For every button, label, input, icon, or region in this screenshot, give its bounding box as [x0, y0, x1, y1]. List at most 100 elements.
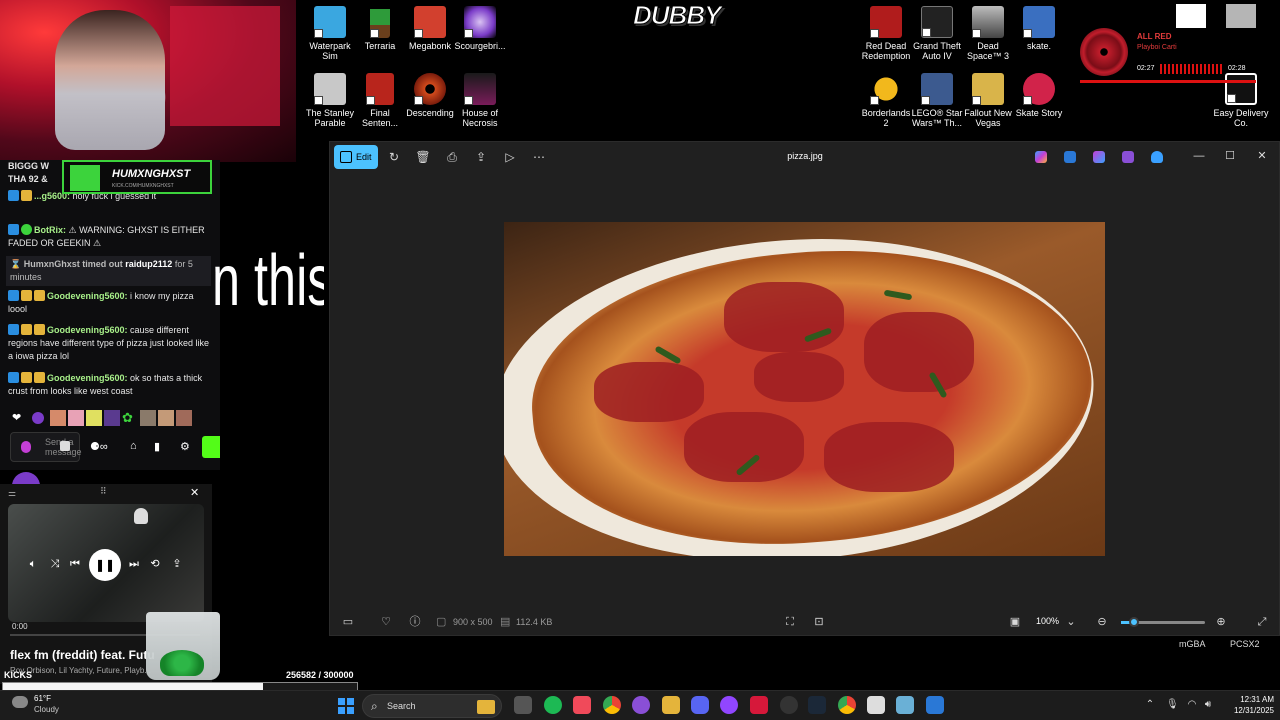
zoom-in-icon[interactable]: ⊕	[1213, 614, 1229, 630]
repeat-icon[interactable]: ⟲	[148, 557, 162, 571]
pcsx2-label[interactable]: PCSX2	[1230, 639, 1260, 649]
close-icon[interactable]: ✕	[1253, 148, 1271, 164]
app-icon[interactable]	[632, 696, 650, 714]
mgba-label[interactable]: mGBA	[1179, 639, 1206, 649]
volume-icon[interactable]: 🔈︎	[26, 557, 40, 571]
fit-to-window-icon[interactable]: ▣	[1007, 614, 1023, 630]
desktop-icon-stanley-parable[interactable]: The Stanley Parable	[302, 73, 358, 128]
desktop-icon-dead-space-3[interactable]: Dead Space™ 3	[960, 6, 1016, 61]
emote-icon[interactable]	[104, 410, 120, 426]
app-icon[interactable]	[867, 696, 885, 714]
task-view-icon[interactable]	[514, 696, 532, 714]
previous-track-icon[interactable]: ⏮︎	[68, 557, 82, 571]
app-red-icon[interactable]	[750, 696, 768, 714]
chat-username[interactable]: BotRix:	[34, 225, 66, 235]
text-recognition-icon[interactable]: ⊡	[811, 614, 827, 630]
more-options-icon[interactable]: ⋯	[531, 149, 547, 165]
delete-icon[interactable]: 🗑︎	[415, 149, 431, 165]
itunes-icon[interactable]	[573, 696, 591, 714]
emoji-icon[interactable]	[60, 441, 70, 451]
cloud-icon[interactable]	[12, 696, 28, 708]
paint-icon[interactable]	[1064, 151, 1076, 163]
chat-username[interactable]: Goodevening5600:	[47, 373, 128, 383]
microphone-icon[interactable]: 🎙︎	[1166, 699, 1179, 711]
obs-icon[interactable]	[780, 696, 798, 714]
fullscreen-icon[interactable]: ⤢	[1254, 614, 1270, 630]
file-explorer-icon[interactable]	[662, 696, 680, 714]
share-icon[interactable]: ⇪	[170, 557, 184, 571]
emote-icon[interactable]	[176, 410, 192, 426]
filmstrip-icon[interactable]: ▭	[340, 614, 356, 630]
share-icon[interactable]: ⇪	[473, 149, 489, 165]
desktop-icon-gta-iv[interactable]: Grand Theft Auto IV	[909, 6, 965, 61]
emote-icon[interactable]	[158, 410, 174, 426]
taskbar-search[interactable]: ⌕ Search	[362, 694, 502, 718]
zoom-level[interactable]: 100%	[1036, 616, 1059, 626]
desktop-icon-skate[interactable]: skate.	[1011, 6, 1067, 51]
desktop-icon-lego-star-wars[interactable]: LEGO® Star Wars™ Th...	[909, 73, 965, 128]
onedrive-icon[interactable]	[1151, 151, 1163, 163]
steam-icon[interactable]	[808, 696, 826, 714]
start-button[interactable]	[338, 698, 354, 714]
microphone-icon[interactable]	[21, 441, 31, 453]
emote-icon[interactable]	[140, 410, 156, 426]
emote-icon[interactable]	[86, 410, 102, 426]
print-icon[interactable]: ⎙	[444, 149, 460, 165]
weather-condition[interactable]: Cloudy	[34, 705, 59, 714]
edit-button[interactable]: Edit	[334, 145, 378, 169]
taskbar-clock[interactable]: 12:31 AM 12/31/2025	[1222, 694, 1274, 716]
desktop-icon-red-dead-redemption[interactable]: Red Dead Redemption	[858, 6, 914, 61]
desktop-icon-scourgebringer[interactable]: Scourgebri...	[452, 6, 508, 51]
twitch-icon[interactable]	[720, 696, 738, 714]
designer-icon[interactable]	[1093, 151, 1105, 163]
spotify-icon[interactable]	[544, 696, 562, 714]
discord-icon[interactable]	[691, 696, 709, 714]
chat-username[interactable]: Goodevening5600:	[47, 291, 128, 301]
desktop-icon-waterpark-sim[interactable]: Waterpark Sim	[302, 6, 358, 61]
chrome-icon[interactable]	[838, 696, 856, 714]
chat-username[interactable]: Goodevening5600:	[47, 325, 128, 335]
chrome-icon[interactable]	[603, 696, 621, 714]
clipchamp-icon[interactable]	[1122, 151, 1134, 163]
shuffle-icon[interactable]: ⤨	[48, 557, 62, 571]
copilot-icon[interactable]	[1035, 151, 1047, 163]
bookmark-icon[interactable]: ▮	[154, 440, 160, 453]
equalizer-icon[interactable]: ⚌	[8, 488, 16, 499]
app-icon[interactable]	[896, 696, 914, 714]
weather-temp[interactable]: 61°F	[34, 694, 51, 703]
close-icon[interactable]: ✕	[190, 486, 199, 499]
desktop-icon-skate-story[interactable]: Skate Story	[1011, 73, 1067, 118]
wifi-icon[interactable]: ◠	[1186, 699, 1198, 711]
emote-icon[interactable]	[32, 412, 44, 424]
volume-icon[interactable]: 🔊︎	[1202, 699, 1214, 711]
next-track-icon[interactable]: ⏭︎	[127, 557, 141, 571]
desktop-icon-final-sentence[interactable]: Final Senten...	[352, 73, 408, 128]
chat-settings-cluster-icon[interactable]: ⚈∞	[90, 440, 108, 453]
desktop-icon-terraria[interactable]: Terraria	[352, 6, 408, 51]
desktop-icon-house-of-necrosis[interactable]: House of Necrosis	[452, 73, 508, 128]
show-hidden-icons-icon[interactable]: ⌃	[1144, 699, 1156, 711]
favorite-heart-icon[interactable]: ♡	[378, 614, 394, 630]
minimize-icon[interactable]: —	[1190, 148, 1208, 164]
desktop-icon-fallout-new-vegas[interactable]: Fallout New Vegas	[960, 73, 1016, 128]
maximize-icon[interactable]: ☐	[1221, 148, 1239, 164]
crop-icon[interactable]: ⛶	[782, 614, 798, 630]
zoom-slider-thumb[interactable]	[1128, 617, 1139, 627]
pause-button[interactable]: ❚❚	[89, 549, 121, 581]
emote-icon[interactable]	[68, 410, 84, 426]
emote-icon[interactable]	[50, 410, 66, 426]
zoom-slider[interactable]	[1121, 617, 1205, 627]
info-icon[interactable]: ⓘ	[407, 614, 423, 630]
slideshow-icon[interactable]: ▷	[502, 149, 518, 165]
desktop-icon-descending[interactable]: Descending	[402, 73, 458, 118]
store-icon[interactable]: ⌂	[130, 440, 137, 452]
rotate-icon[interactable]: ↻	[386, 149, 402, 165]
leaf-emote-icon[interactable]: ✿	[122, 410, 138, 426]
zoom-out-icon[interactable]: ⊖	[1094, 614, 1110, 630]
photos-app-icon[interactable]	[926, 696, 944, 714]
desktop-icon-megabonk[interactable]: Megabonk	[402, 6, 458, 51]
desktop-icon-borderlands-2[interactable]: Borderlands 2	[858, 73, 914, 128]
drag-handle-icon[interactable]: ⠿	[100, 486, 107, 497]
gear-icon[interactable]: ⚙	[180, 440, 190, 453]
heart-emote-icon[interactable]: ❤	[12, 412, 24, 424]
